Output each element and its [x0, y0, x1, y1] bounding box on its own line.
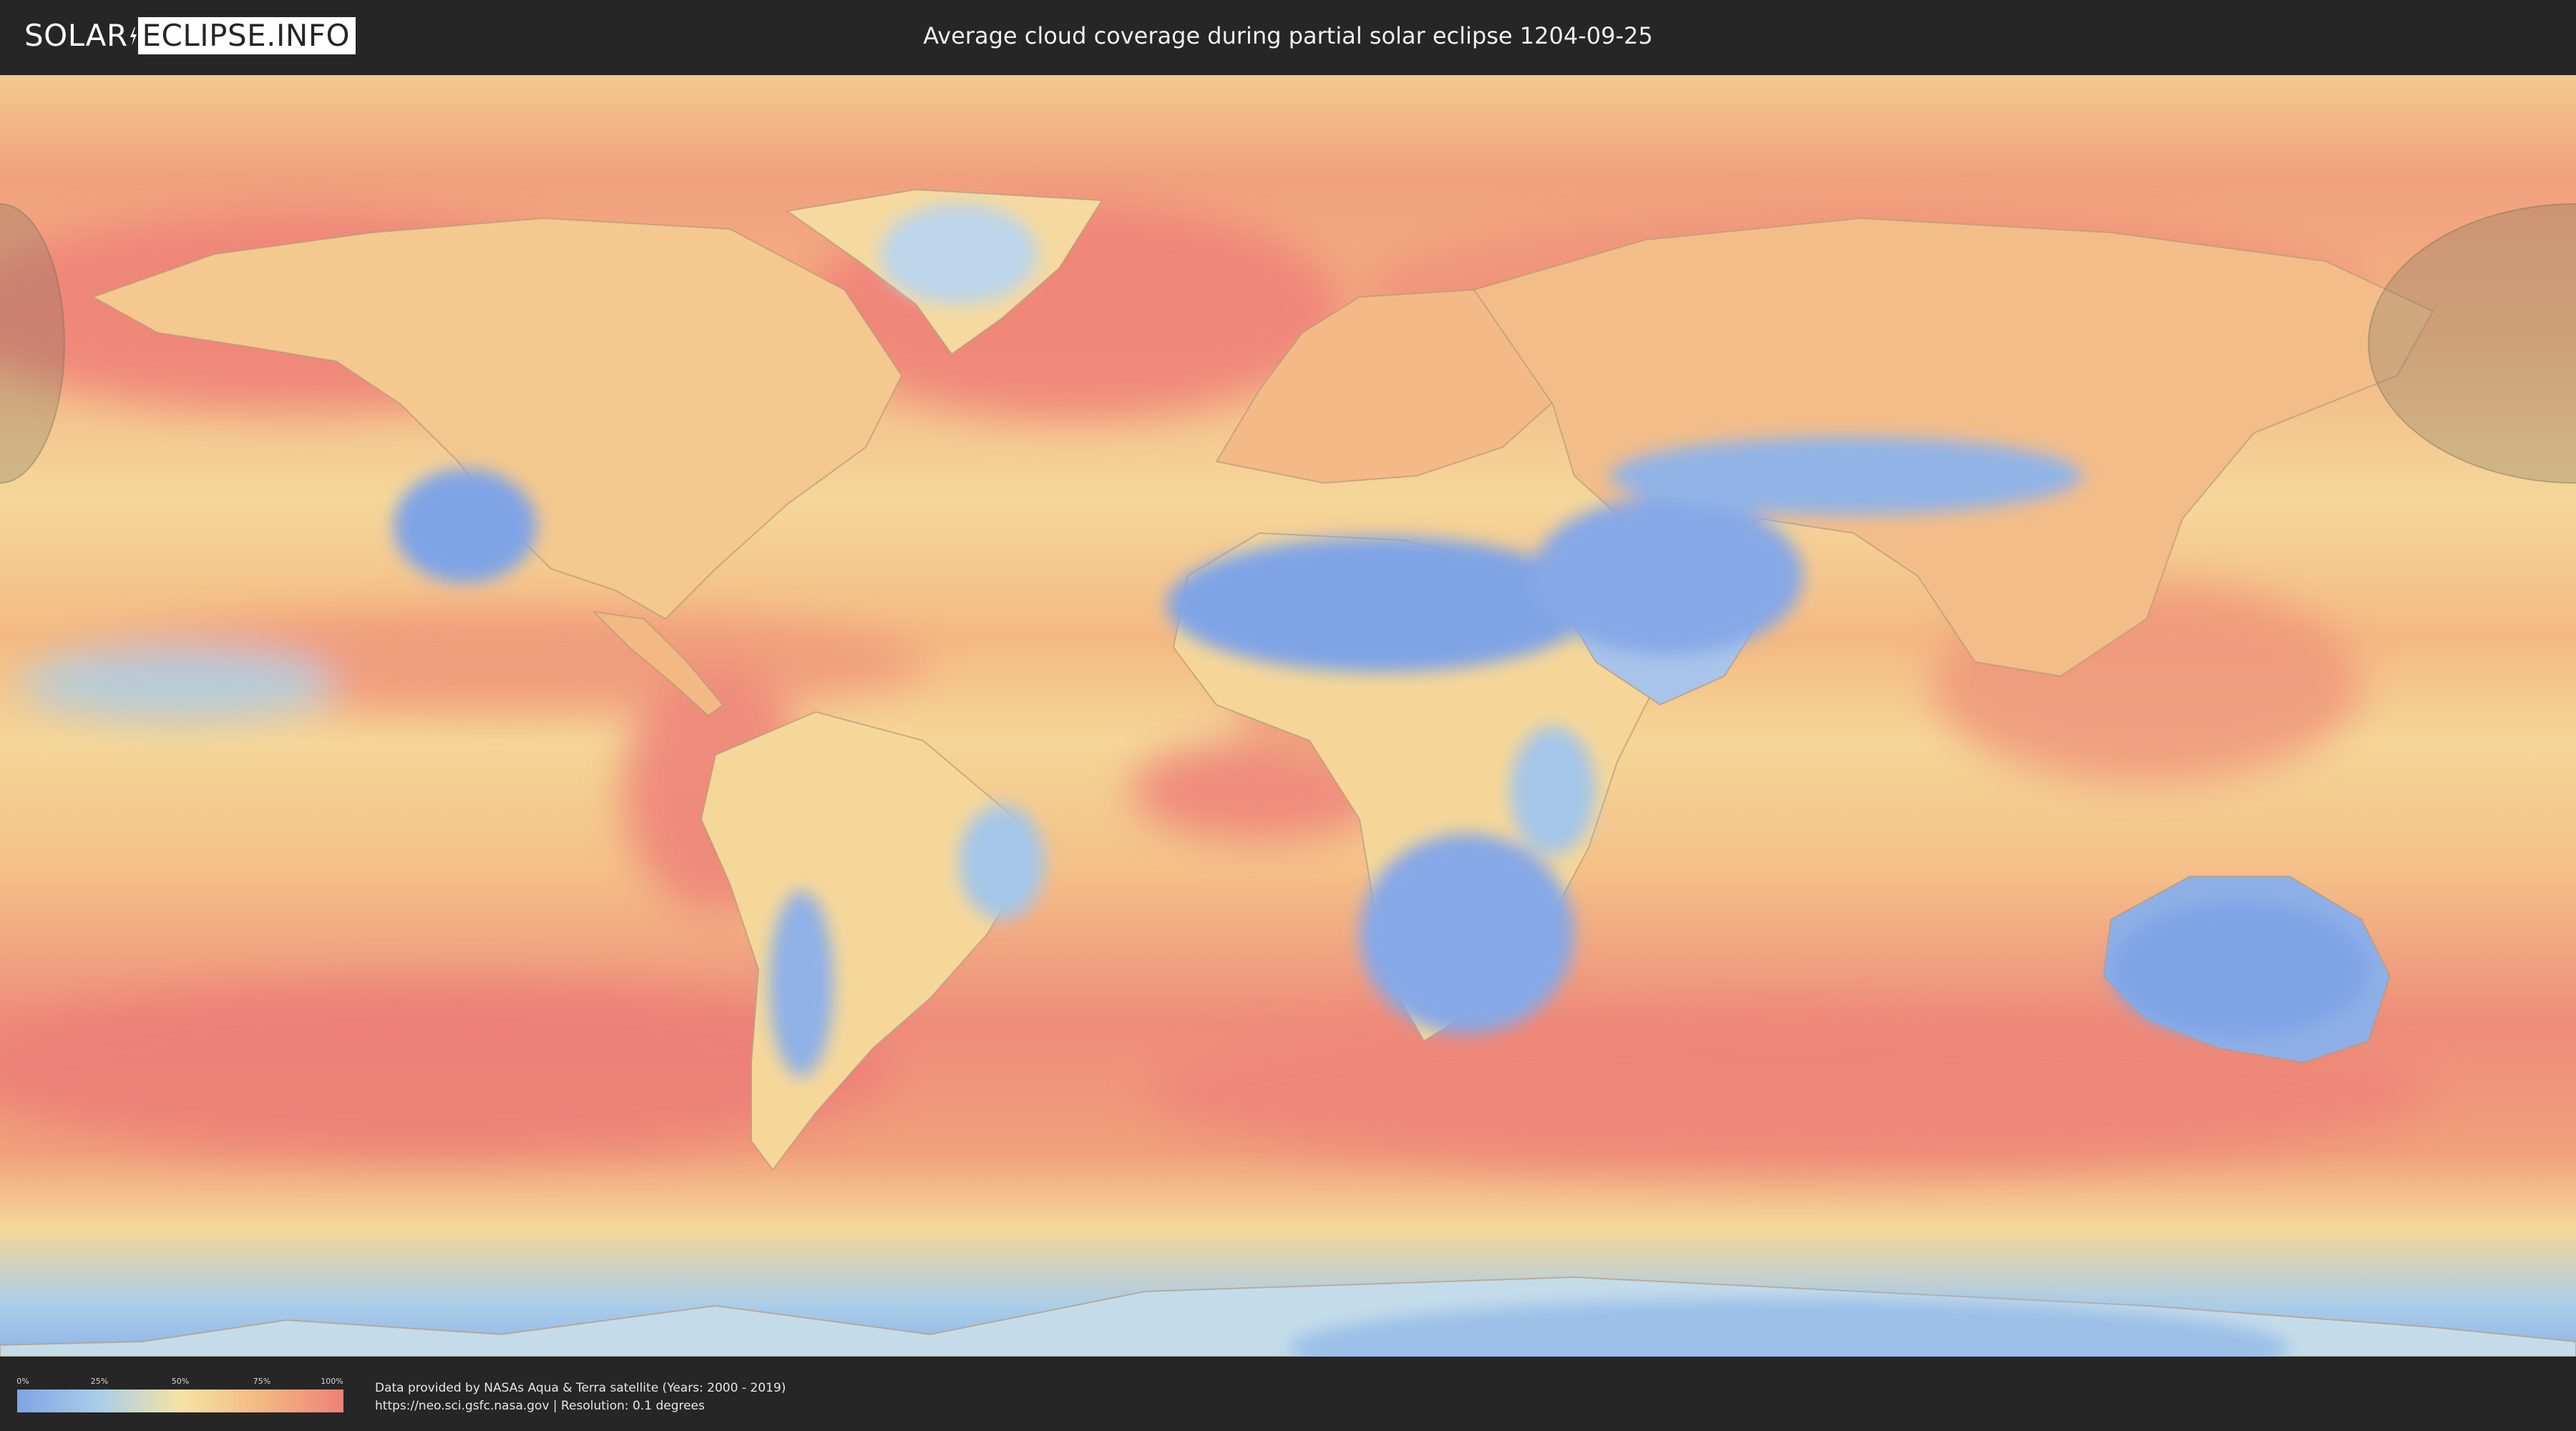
legend-tick-100: 100%	[321, 1377, 343, 1386]
legend-tick-0: 0%	[16, 1377, 29, 1386]
legend-tick-25: 25%	[90, 1377, 109, 1386]
footer-bar: 0% 25% 50% 75% 100% Data provided by NAS…	[0, 1359, 2576, 1431]
clear-andes	[769, 891, 834, 1077]
legend-tick-50: 50%	[171, 1377, 190, 1386]
credits-link-resolution[interactable]: https://neo.sci.gsfc.nasa.gov | Resoluti…	[375, 1397, 786, 1415]
clear-arabia-iran	[1531, 497, 1803, 655]
clear-southern-africa	[1360, 834, 1574, 1034]
header-bar: SOLAR ECLIPSE.INFO Average cloud coverag…	[0, 0, 2576, 72]
clear-northeast-brazil	[959, 805, 1045, 919]
data-credits: Data provided by NASAs Aqua & Terra sate…	[375, 1379, 786, 1415]
band-pacific-subtropical	[21, 648, 336, 719]
clear-east-africa	[1510, 726, 1596, 855]
credits-source: Data provided by NASAs Aqua & Terra sate…	[375, 1381, 786, 1395]
legend-gradient-bar	[17, 1390, 343, 1412]
clear-us-southwest	[394, 469, 537, 583]
map-title: Average cloud coverage during partial so…	[923, 22, 1653, 49]
legend-tick-75: 75%	[253, 1377, 271, 1386]
cloud-coverage-map[interactable]	[0, 75, 2576, 1357]
clear-greenland-interior	[880, 204, 1038, 304]
clear-central-asia	[1610, 436, 2082, 515]
clear-sahara	[1166, 537, 1596, 673]
world-map	[0, 75, 2576, 1357]
clear-australia	[2111, 902, 2368, 1037]
